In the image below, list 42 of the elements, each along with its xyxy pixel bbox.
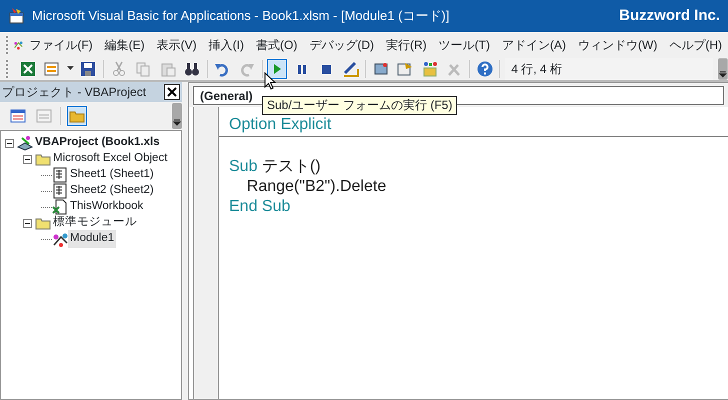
application-icon — [8, 7, 26, 25]
menu-item[interactable]: 挿入(I) — [202, 36, 250, 54]
overflow-icon[interactable] — [718, 58, 728, 80]
project-icon — [17, 135, 33, 151]
brand-label: Buzzword Inc. — [619, 6, 720, 26]
workbook-icon — [52, 199, 68, 215]
tree-item[interactable]: VBAProject (Book1.xls — [33, 134, 162, 152]
code-line: Range("B2").Delete — [246, 177, 388, 197]
code-line: Sub テスト() — [228, 157, 322, 177]
menu-item[interactable]: 表示(V) — [150, 36, 203, 54]
menu-item[interactable]: ウィンドウ(W) — [572, 36, 664, 54]
menu-item[interactable]: 書式(O) — [250, 36, 304, 54]
tree-item[interactable]: Sheet2 (Sheet2) — [68, 182, 156, 200]
tree-item[interactable]: Sheet1 (Sheet1) — [68, 166, 156, 184]
menu-item[interactable]: アドイン(A) — [496, 36, 572, 54]
module-icon — [52, 231, 68, 247]
code-line: End Sub — [228, 197, 292, 217]
collapse-toggle[interactable] — [23, 218, 32, 228]
menu-item[interactable]: ヘルプ(H) — [663, 36, 728, 54]
tree-item[interactable]: Microsoft Excel Object — [51, 150, 170, 168]
overflow-icon[interactable] — [172, 103, 182, 129]
caret-icon[interactable] — [66, 66, 74, 71]
menu-item[interactable]: 実行(R) — [380, 36, 433, 54]
collapse-toggle[interactable] — [23, 154, 32, 164]
window-title: Microsoft Visual Basic for Applications - Book1.xlsm - [Module1 (コード)] — [32, 7, 450, 26]
tree-item[interactable]: ThisWorkbook — [68, 198, 146, 216]
help-icon[interactable] — [474, 58, 494, 78]
close-button[interactable] — [164, 84, 180, 100]
sheet-icon — [52, 183, 68, 199]
play-icon[interactable] — [267, 58, 287, 78]
tooltip: Sub/ユーザー フォームの実行 (F5) — [262, 96, 458, 115]
pane-title: プロジェクト - VBAProject — [2, 84, 146, 101]
close-icon — [167, 87, 177, 97]
sheet-icon — [52, 167, 68, 183]
folder-icon[interactable] — [67, 106, 87, 126]
menu-item[interactable]: 編集(E) — [98, 36, 151, 54]
menu-item[interactable]: ファイル(F) — [23, 36, 99, 54]
tree-item[interactable]: Module1 — [68, 230, 116, 248]
tree-item[interactable]: 標準モジュール — [51, 214, 139, 232]
collapse-toggle[interactable] — [5, 138, 14, 148]
menu-item[interactable]: デバッグ(D) — [303, 36, 380, 54]
menu-item[interactable]: ツール(T) — [432, 36, 496, 54]
